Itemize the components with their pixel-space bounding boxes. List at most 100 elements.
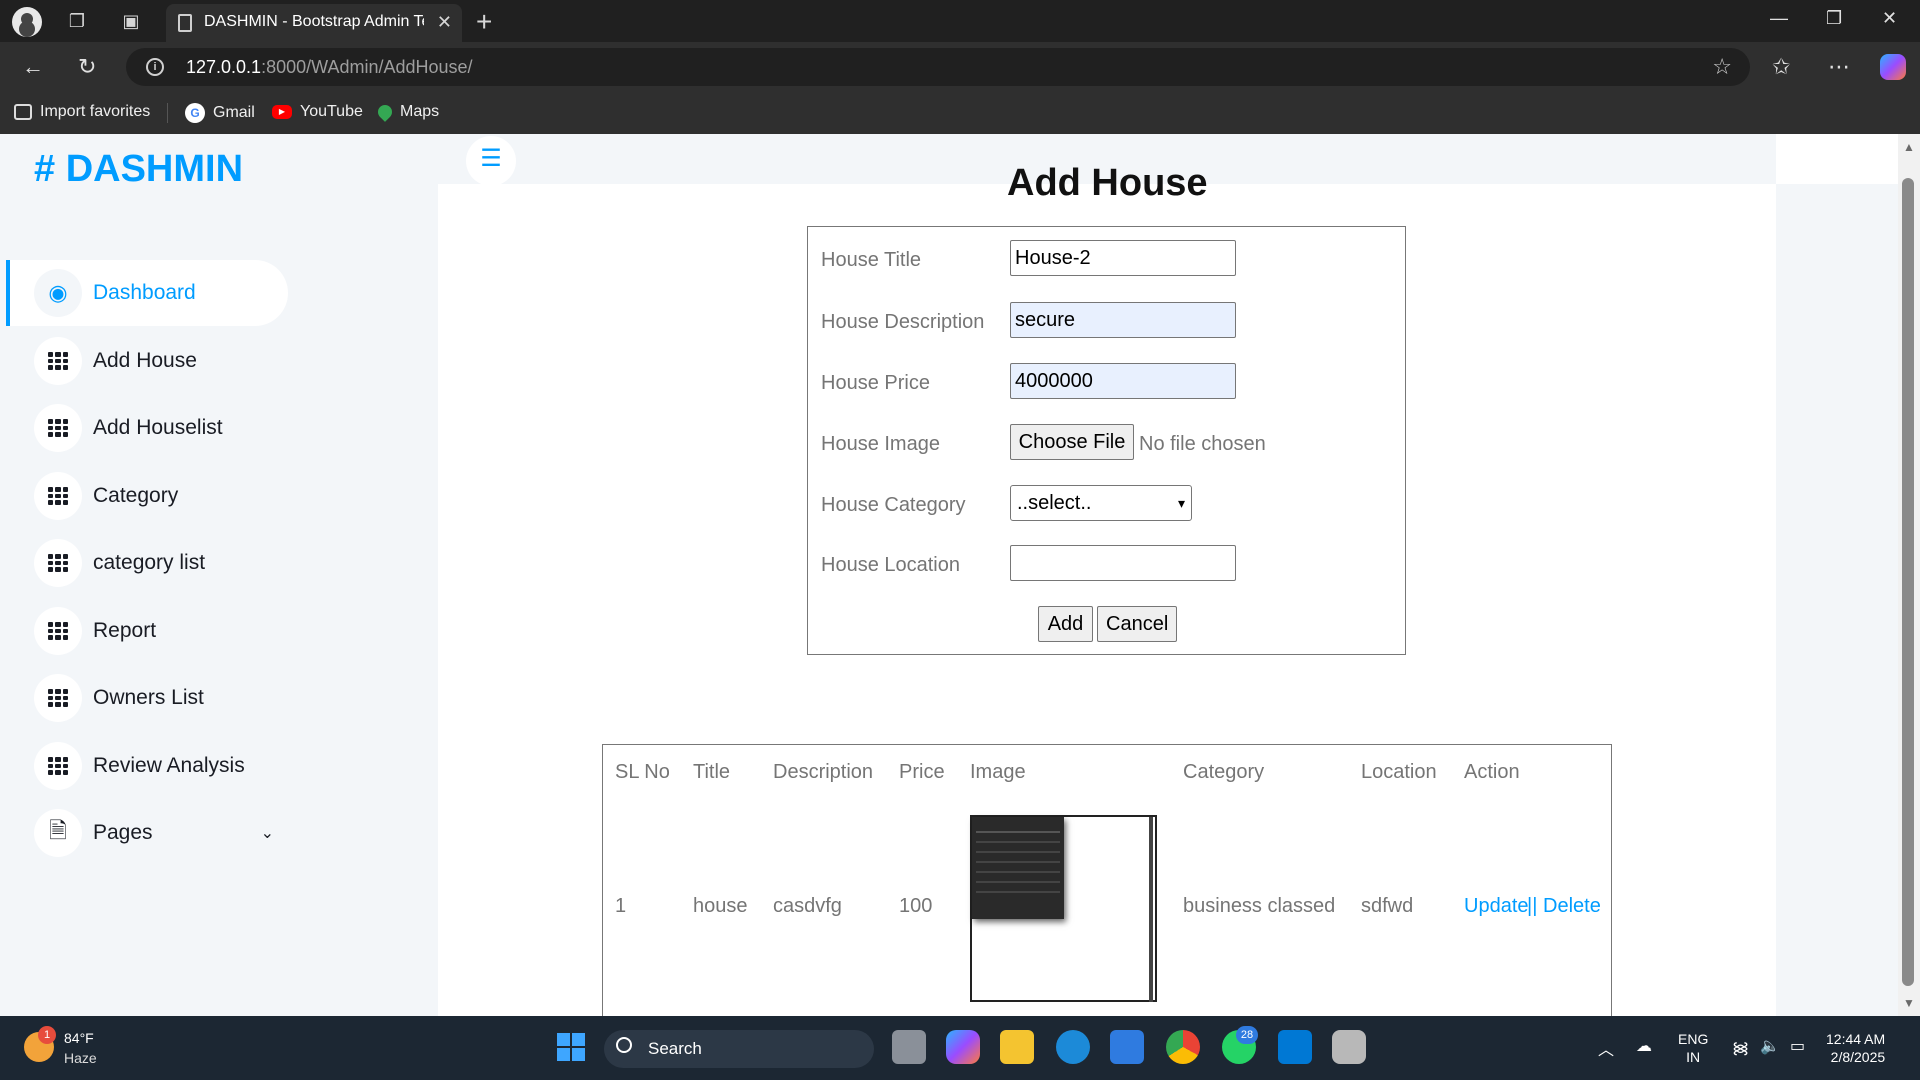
weather-description[interactable]: Haze [64,1050,97,1066]
url-text: 127.0.0.1:8000/WAdmin/AddHouse/ [186,57,473,77]
taskbar: 1 84°F Haze Search 28 ︿ ☁ ENG IN ᯼ 🔈 ▭ 1… [0,1016,1920,1080]
grid-icon [34,337,82,385]
bookmark-gmail[interactable]: G Gmail [185,103,255,123]
house-category-select[interactable]: ..select.. ▾ [1010,485,1192,521]
search-label: Search [648,1039,702,1058]
house-title-input[interactable] [1010,240,1236,276]
table-header: Location [1361,761,1437,783]
copilot-taskbar-icon[interactable] [946,1030,980,1064]
taskbar-search-box[interactable]: Search [604,1030,874,1068]
sidebar: # DASHMIN ◉ Dashboard Add House Add Hous… [0,134,318,1016]
chevron-down-icon: ▾ [1177,494,1185,511]
web-page: # DASHMIN ◉ Dashboard Add House Add Hous… [0,134,1920,1016]
sidebar-item-dashboard[interactable]: ◉ Dashboard [6,260,288,326]
input-language[interactable]: ENG IN [1678,1030,1708,1066]
battery-icon[interactable]: ▭ [1790,1036,1805,1056]
delete-link[interactable]: Delete [1543,895,1601,918]
bookmark-maps[interactable]: Maps [375,102,439,122]
favorites-icon[interactable]: ✩ [1772,54,1790,80]
house-location-input[interactable] [1010,545,1236,581]
copilot-icon[interactable] [1880,54,1906,80]
add-house-form: House Title House Description House Pric… [807,226,1406,655]
house-description-label: House Description [821,311,985,333]
browser-tab-active[interactable]: DASHMIN - Bootstrap Admin Template ✕ [166,4,462,42]
minimize-icon[interactable]: — [1770,8,1788,29]
cell-title: house [693,895,748,917]
system-clock[interactable]: 12:44 AM 2/8/2025 [1826,1030,1885,1066]
house-description-input[interactable] [1010,302,1236,338]
cancel-button[interactable]: Cancel [1097,606,1177,642]
url-field[interactable]: i 127.0.0.1:8000/WAdmin/AddHouse/ ☆ [126,48,1750,86]
thumbnail-edge [1149,817,1153,1002]
profile-avatar-icon[interactable] [12,7,42,37]
youtube-icon: ▶ [272,105,292,119]
bookmarks-bar: Import favorites G Gmail ▶ YouTube Maps [0,92,1920,134]
add-button[interactable]: Add [1038,606,1093,642]
edge-browser-icon[interactable] [1056,1030,1090,1064]
wifi-icon[interactable]: ᯼ [1732,1036,1749,1058]
address-bar: ← ↻ i 127.0.0.1:8000/WAdmin/AddHouse/ ☆ … [0,42,1920,92]
task-view-icon[interactable] [892,1030,926,1064]
sidebar-item-review-analysis[interactable]: Review Analysis [6,733,288,799]
grid-icon [34,742,82,790]
chrome-icon[interactable] [1166,1030,1200,1064]
vscode-icon[interactable] [1278,1030,1312,1064]
grid-icon [34,674,82,722]
brand-logo[interactable]: # DASHMIN [34,148,243,191]
close-tab-icon[interactable]: ✕ [437,12,452,33]
sidebar-item-label: Report [93,619,157,642]
google-icon: G [185,103,205,123]
volume-icon[interactable]: 🔈 [1760,1036,1780,1056]
scrollbar-thumb[interactable] [1902,178,1914,986]
sidebar-item-add-house[interactable]: Add House [6,328,288,394]
scroll-down-icon[interactable]: ▼ [1903,996,1915,1010]
workspaces-icon[interactable]: ❐ [66,10,88,32]
action-separator: || [1527,895,1538,917]
sidebar-item-label: Pages [93,821,153,844]
favorite-star-icon[interactable]: ☆ [1712,54,1732,80]
microsoft-store-icon[interactable] [1110,1030,1144,1064]
table-header: Category [1183,761,1265,783]
house-image-thumbnail [970,815,1157,1002]
sidebar-item-owners-list[interactable]: Owners List [6,665,288,731]
page-icon [178,14,192,32]
content-margin-left [318,134,438,1016]
sidebar-item-report[interactable]: Report [6,598,288,664]
new-tab-icon[interactable]: + [476,6,492,38]
whatsapp-badge: 28 [1236,1026,1258,1044]
sidebar-item-category[interactable]: Category [6,463,288,529]
close-window-icon[interactable]: ✕ [1882,8,1897,29]
bookmark-youtube[interactable]: ▶ YouTube [272,103,363,121]
house-category-label: House Category [821,494,966,516]
weather-temperature[interactable]: 84°F [64,1030,94,1046]
tab-actions-icon[interactable]: ▣ [120,10,142,32]
site-info-icon[interactable]: i [146,58,164,76]
house-title-label: House Title [821,249,922,271]
choose-file-button[interactable]: Choose File [1010,424,1134,460]
scroll-up-icon[interactable]: ▲ [1903,140,1915,154]
update-link[interactable]: Update [1464,895,1529,918]
grid-icon [34,404,82,452]
cell-description: casdvfg [773,895,842,917]
file-explorer-icon[interactable] [1000,1030,1034,1064]
cell-location: sdfwd [1361,895,1414,917]
bookmark-import-favorites[interactable]: Import favorites [14,103,150,121]
back-icon[interactable]: ← [22,54,44,80]
sidebar-item-category-list[interactable]: category list [6,530,288,596]
table-header: Image [970,761,1026,783]
house-price-input[interactable] [1010,363,1236,399]
database-icon[interactable] [1332,1030,1366,1064]
show-hidden-icons-chevron-icon[interactable]: ︿ [1598,1036,1614,1060]
reload-icon[interactable]: ↻ [78,54,96,80]
sidebar-item-add-houselist[interactable]: Add Houselist [6,395,288,461]
restore-icon[interactable]: ❐ [1826,8,1842,29]
house-image-label: House Image [821,433,940,455]
sidebar-item-pages[interactable]: 🗎 Pages ⌄ [6,800,288,866]
more-menu-icon[interactable]: ⋯ [1828,54,1850,80]
sidebar-toggle-icon[interactable]: ☰ [466,136,516,186]
cell-category: business classed [1183,895,1336,917]
cell-sl: 1 [615,895,627,917]
selected-option: ..select.. [1017,491,1092,514]
windows-start-icon[interactable] [554,1030,588,1064]
onedrive-icon[interactable]: ☁ [1636,1036,1652,1056]
